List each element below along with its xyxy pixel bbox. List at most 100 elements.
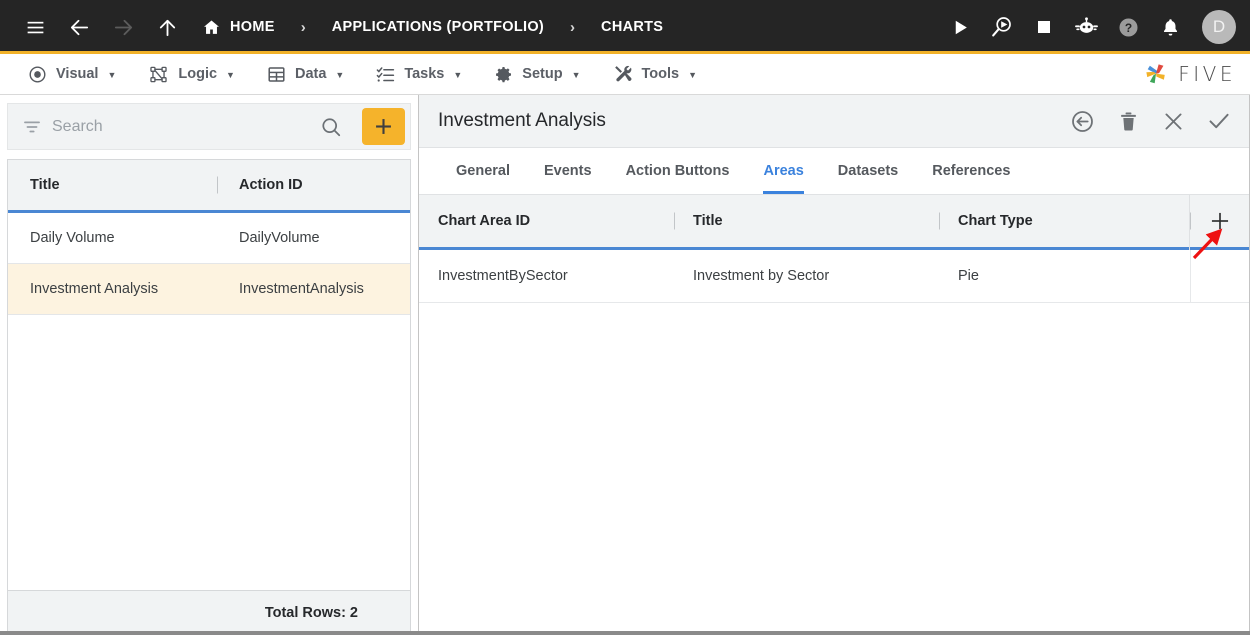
save-icon[interactable]: [1207, 109, 1231, 133]
breadcrumb-item-charts[interactable]: CHARTS: [597, 19, 667, 35]
table-row[interactable]: InvestmentBySector Investment by Sector …: [419, 250, 1249, 303]
chevron-down-icon: ▼: [226, 70, 235, 80]
cell-chart-area-id: InvestmentBySector: [438, 268, 568, 284]
detail-tabs: General Events Action Buttons Areas Data…: [419, 148, 1249, 195]
menu-item-setup[interactable]: Setup ▼: [478, 54, 596, 94]
menu-label-tools: Tools: [641, 66, 680, 82]
checklist-icon: [376, 65, 395, 84]
help-icon[interactable]: ?: [1114, 13, 1142, 41]
cell-title: Investment by Sector: [693, 268, 830, 284]
menu-label-visual: Visual: [56, 66, 99, 82]
column-rail: [1189, 195, 1190, 250]
actions-list-panel: Title Action ID Daily Volume DailyVolume…: [0, 95, 419, 635]
breadcrumb: HOME › APPLICATIONS (PORTFOLIO) › CHARTS: [198, 18, 667, 37]
chevron-down-icon: ▼: [107, 70, 117, 80]
top-navigation-bar: HOME › APPLICATIONS (PORTFOLIO) › CHARTS: [0, 0, 1250, 54]
column-header-chart-type[interactable]: Chart Type: [939, 195, 1190, 247]
stop-icon[interactable]: [1030, 13, 1058, 41]
cell-action-id: InvestmentAnalysis: [239, 281, 364, 297]
column-divider: [674, 212, 675, 230]
chart-areas-table-body: InvestmentBySector Investment by Sector …: [419, 250, 1249, 635]
gear-icon: [494, 65, 513, 84]
add-chart-area-button[interactable]: [1190, 195, 1249, 247]
close-icon[interactable]: [1162, 110, 1185, 133]
breadcrumb-item-applications[interactable]: APPLICATIONS (PORTFOLIO): [328, 19, 548, 35]
actions-table-header: Title Action ID: [8, 160, 410, 213]
search-icon[interactable]: [310, 116, 352, 138]
table-icon: [267, 65, 286, 84]
tab-areas[interactable]: Areas: [746, 148, 820, 194]
chevron-down-icon: ▼: [335, 70, 345, 80]
delete-icon[interactable]: [1117, 110, 1140, 133]
revert-icon[interactable]: [1070, 109, 1095, 134]
bell-icon[interactable]: [1156, 13, 1184, 41]
cell-action-id: DailyVolume: [239, 230, 320, 246]
hamburger-menu-icon[interactable]: [18, 10, 52, 44]
topbar-action-group: ? D: [946, 10, 1236, 44]
five-pinwheel-icon: [1142, 60, 1170, 88]
debug-icon[interactable]: [988, 13, 1016, 41]
cell-row-actions: [1190, 250, 1249, 302]
column-divider: [1190, 212, 1191, 230]
five-logo: FIVE: [1142, 60, 1236, 88]
main-content: Title Action ID Daily Volume DailyVolume…: [0, 95, 1250, 635]
actions-table: Title Action ID Daily Volume DailyVolume…: [7, 159, 411, 590]
eye-icon: [28, 65, 47, 84]
column-header-chart-type-label: Chart Type: [958, 213, 1033, 229]
application-menu-bar: Visual ▼ Logic ▼ Data ▼ Tasks ▼ Setup ▼: [0, 54, 1250, 95]
add-action-button[interactable]: [362, 108, 405, 145]
record-header: Investment Analysis: [419, 95, 1249, 148]
breadcrumb-separator-2: ›: [570, 18, 576, 36]
table-row[interactable]: Daily Volume DailyVolume: [8, 213, 410, 264]
table-row[interactable]: Investment Analysis InvestmentAnalysis: [8, 264, 410, 315]
chevron-down-icon: ▼: [453, 70, 463, 80]
search-bar: [7, 103, 411, 150]
column-divider: [939, 212, 940, 230]
column-header-title[interactable]: Title: [8, 177, 217, 193]
chart-areas-table: Chart Area ID Title Chart Type Investmen: [419, 195, 1249, 635]
menu-label-logic: Logic: [178, 66, 218, 82]
cell-title: Daily Volume: [30, 230, 115, 246]
menu-label-setup: Setup: [522, 66, 563, 82]
menu-item-visual[interactable]: Visual ▼: [12, 54, 132, 94]
column-header-action-id[interactable]: Action ID: [217, 176, 410, 194]
cell-chart-type: Pie: [958, 268, 979, 284]
cell-title: Investment Analysis: [30, 281, 159, 297]
menu-item-data[interactable]: Data ▼: [251, 54, 360, 94]
column-header-chart-area-id[interactable]: Chart Area ID: [419, 195, 674, 247]
menu-label-data: Data: [294, 66, 327, 82]
avatar[interactable]: D: [1202, 10, 1236, 44]
actions-table-body: Daily Volume DailyVolume Investment Anal…: [8, 213, 410, 590]
breadcrumb-item-home[interactable]: HOME: [198, 18, 279, 37]
flow-icon: [148, 65, 169, 84]
svg-text:?: ?: [1124, 20, 1131, 34]
search-input[interactable]: [52, 117, 300, 136]
column-header-title-label: Title: [693, 213, 723, 229]
page-title: Investment Analysis: [438, 110, 606, 131]
tab-action-buttons[interactable]: Action Buttons: [609, 148, 747, 194]
filter-icon[interactable]: [22, 117, 42, 137]
menu-label-tasks: Tasks: [404, 66, 445, 82]
breadcrumb-label-home: HOME: [230, 19, 275, 35]
breadcrumb-separator-1: ›: [300, 18, 306, 36]
up-arrow-icon[interactable]: [150, 10, 184, 44]
home-icon: [202, 18, 221, 37]
tools-icon: [613, 64, 633, 84]
window-bottom-border: [0, 631, 1250, 635]
tab-references[interactable]: References: [915, 148, 1027, 194]
menu-item-logic[interactable]: Logic ▼: [132, 54, 251, 94]
menu-item-tasks[interactable]: Tasks ▼: [360, 54, 478, 94]
run-icon[interactable]: [946, 13, 974, 41]
tab-events[interactable]: Events: [527, 148, 609, 194]
column-header-title[interactable]: Title: [674, 195, 939, 247]
column-divider: [217, 176, 218, 194]
record-action-group: [1070, 109, 1231, 134]
chevron-down-icon: ▼: [688, 70, 698, 80]
total-rows-footer: Total Rows: 2: [7, 590, 411, 635]
bot-icon[interactable]: [1072, 13, 1100, 41]
forward-arrow-icon: [106, 10, 140, 44]
tab-general[interactable]: General: [439, 148, 527, 194]
menu-item-tools[interactable]: Tools ▼: [597, 54, 714, 94]
back-arrow-icon[interactable]: [62, 10, 96, 44]
tab-datasets[interactable]: Datasets: [821, 148, 915, 194]
